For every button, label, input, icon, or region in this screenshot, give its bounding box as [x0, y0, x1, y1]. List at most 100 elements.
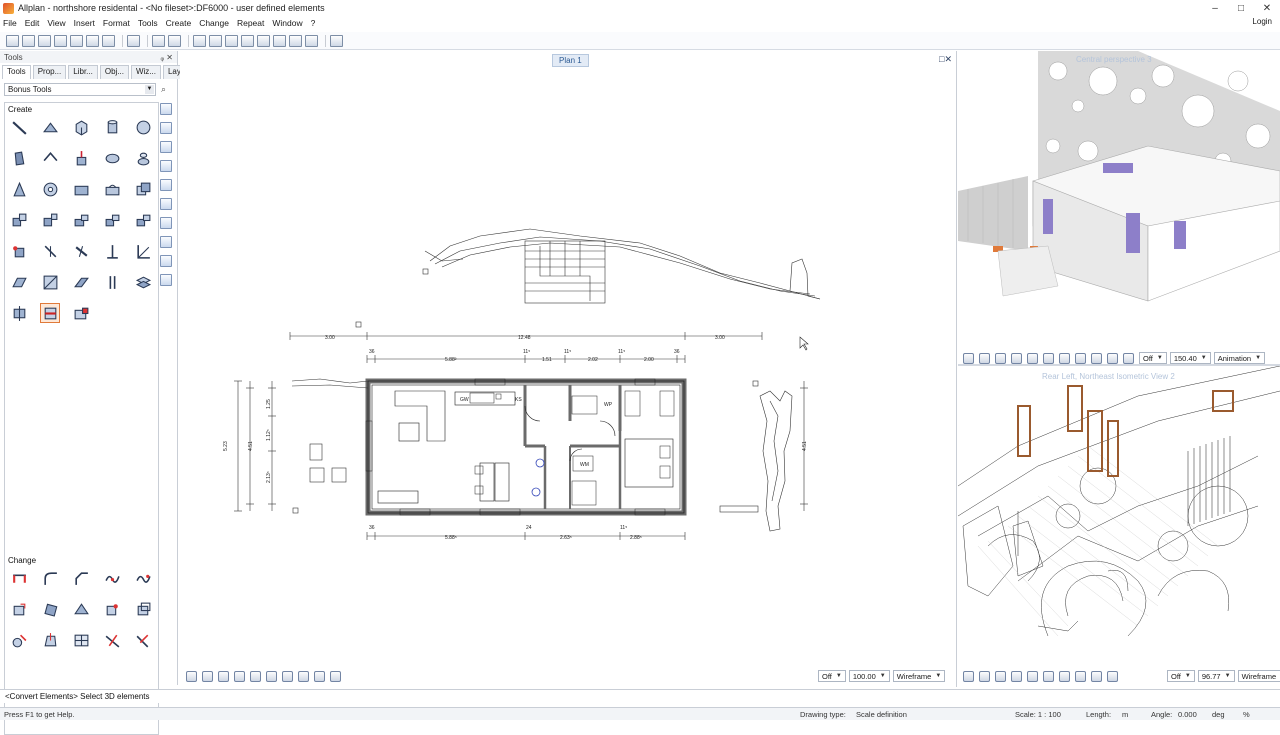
explode-icon[interactable]	[71, 303, 91, 323]
export-icon[interactable]	[289, 34, 302, 47]
search-icon[interactable]: ⌕	[161, 84, 166, 95]
cut-icon[interactable]	[241, 34, 254, 47]
cylinder-icon[interactable]	[102, 117, 122, 137]
mirror-icon[interactable]	[71, 599, 91, 619]
angle-icon[interactable]	[133, 241, 153, 261]
menu-insert[interactable]: Insert	[74, 18, 95, 28]
copy-3d-icon[interactable]	[133, 599, 153, 619]
regenerate-icon[interactable]	[1059, 352, 1070, 364]
pan-icon[interactable]	[298, 670, 309, 682]
fillet-edge-icon[interactable]	[9, 241, 29, 261]
close-button[interactable]: ✕	[1254, 0, 1280, 16]
tab-library[interactable]: Libr...	[68, 65, 98, 79]
tab-tools[interactable]: Tools	[2, 65, 31, 79]
copy-icon[interactable]	[257, 34, 270, 47]
convert-elements-icon[interactable]	[40, 303, 60, 323]
maximize-button[interactable]: □	[1228, 0, 1254, 16]
menu-edit[interactable]: Edit	[25, 18, 40, 28]
shortcut-icon[interactable]	[160, 274, 172, 286]
layers-stack-icon[interactable]	[133, 272, 153, 292]
menu-repeat[interactable]: Repeat	[237, 18, 264, 28]
shortcut-icon[interactable]	[160, 122, 172, 134]
menu-view[interactable]: View	[47, 18, 65, 28]
grid-icon[interactable]	[330, 670, 341, 682]
grid-icon[interactable]	[1107, 352, 1118, 364]
open-project-icon[interactable]	[22, 34, 35, 47]
3d-view-icon[interactable]	[305, 34, 318, 47]
tab-objects[interactable]: Obj...	[99, 65, 129, 79]
fillet-icon[interactable]	[40, 568, 60, 588]
view-properties-icon[interactable]	[963, 352, 974, 364]
intersect-icon[interactable]	[133, 179, 153, 199]
shortcut-icon[interactable]	[160, 160, 172, 172]
plane-icon[interactable]	[9, 272, 29, 292]
plan-mode-select[interactable]: Wireframe ▼	[892, 670, 946, 682]
isometric-mode-select[interactable]: Wireframe▼	[1237, 670, 1280, 682]
isometric-viewport[interactable]: Rear Left, Northeast Isometric View 2	[958, 366, 1280, 666]
login-link[interactable]: Login	[1252, 17, 1272, 26]
torus-icon[interactable]	[40, 179, 60, 199]
subtract-icon[interactable]	[102, 179, 122, 199]
layer-icon[interactable]	[54, 34, 67, 47]
split-icon[interactable]	[40, 210, 60, 230]
menu-help[interactable]: ?	[311, 18, 316, 28]
roof-icon[interactable]	[40, 148, 60, 168]
shortcut-icon[interactable]	[160, 179, 172, 191]
scale-readout[interactable]: Scale: 1 : 100	[1015, 710, 1061, 719]
view-icon[interactable]	[1091, 352, 1102, 364]
grid-face-icon[interactable]	[71, 630, 91, 650]
save-icon[interactable]	[70, 34, 83, 47]
3d-trim-icon[interactable]	[133, 630, 153, 650]
redo-view-icon[interactable]	[1043, 352, 1054, 364]
extrude-icon[interactable]	[71, 148, 91, 168]
isometric-scale-select[interactable]: 96.77 ▼	[1197, 670, 1235, 682]
cuboid-icon[interactable]	[71, 117, 91, 137]
new-icon[interactable]	[6, 34, 19, 47]
family-select[interactable]: Bonus Tools ▼	[4, 83, 156, 96]
regenerate-icon[interactable]	[282, 670, 293, 682]
paste-icon[interactable]	[273, 34, 286, 47]
angle-unit[interactable]: deg	[1212, 710, 1225, 719]
stepper-icon[interactable]	[1123, 352, 1134, 364]
find-icon[interactable]	[330, 34, 343, 47]
shortcut-icon[interactable]	[160, 217, 172, 229]
measure-icon[interactable]	[193, 34, 206, 47]
drawing-type-value[interactable]: Scale definition	[856, 710, 907, 719]
sphere-icon[interactable]	[133, 117, 153, 137]
shortcut-icon[interactable]	[160, 198, 172, 210]
view-icon[interactable]	[1091, 670, 1102, 682]
zoom-icon[interactable]	[218, 670, 229, 682]
convert-to-3d-icon[interactable]	[9, 303, 29, 323]
union-icon[interactable]	[71, 179, 91, 199]
fileset-icon[interactable]	[38, 34, 51, 47]
3d-surface-icon[interactable]	[40, 117, 60, 137]
scale-icon[interactable]	[102, 599, 122, 619]
camera-icon[interactable]	[1011, 352, 1022, 364]
plot-icon[interactable]	[102, 34, 115, 47]
regenerate-icon[interactable]	[1059, 670, 1070, 682]
perspective-angle-select[interactable]: 150.40 ▼	[1169, 352, 1211, 364]
zoom-window-icon[interactable]	[234, 670, 245, 682]
rotate-body-icon[interactable]	[102, 148, 122, 168]
perspective-mode-select[interactable]: Animation ▼	[1213, 352, 1266, 364]
trim-icon[interactable]	[102, 630, 122, 650]
offset-icon[interactable]	[225, 34, 238, 47]
zoom-window-icon[interactable]	[1011, 670, 1022, 682]
plan-scale-select[interactable]: 100.00 ▼	[848, 670, 890, 682]
menu-change[interactable]: Change	[199, 18, 229, 28]
view-properties-icon[interactable]	[186, 670, 197, 682]
parallel-lines-icon[interactable]	[102, 272, 122, 292]
isometric-clip-select[interactable]: Off ▼	[1167, 670, 1195, 682]
spline-edit-icon[interactable]	[102, 568, 122, 588]
redo-icon[interactable]	[168, 34, 181, 47]
dimension-icon[interactable]	[209, 34, 222, 47]
grid-icon[interactable]	[1107, 670, 1118, 682]
pan-icon[interactable]	[1075, 670, 1086, 682]
offset-face-icon[interactable]	[40, 630, 60, 650]
slice-icon[interactable]	[71, 210, 91, 230]
connect-bodies-icon[interactable]	[9, 210, 29, 230]
menu-tools[interactable]: Tools	[138, 18, 158, 28]
redo-view-icon[interactable]	[266, 670, 277, 682]
extrude-along-path-icon[interactable]	[40, 241, 60, 261]
perspective-viewport[interactable]: Central perspective 3	[958, 51, 1280, 349]
